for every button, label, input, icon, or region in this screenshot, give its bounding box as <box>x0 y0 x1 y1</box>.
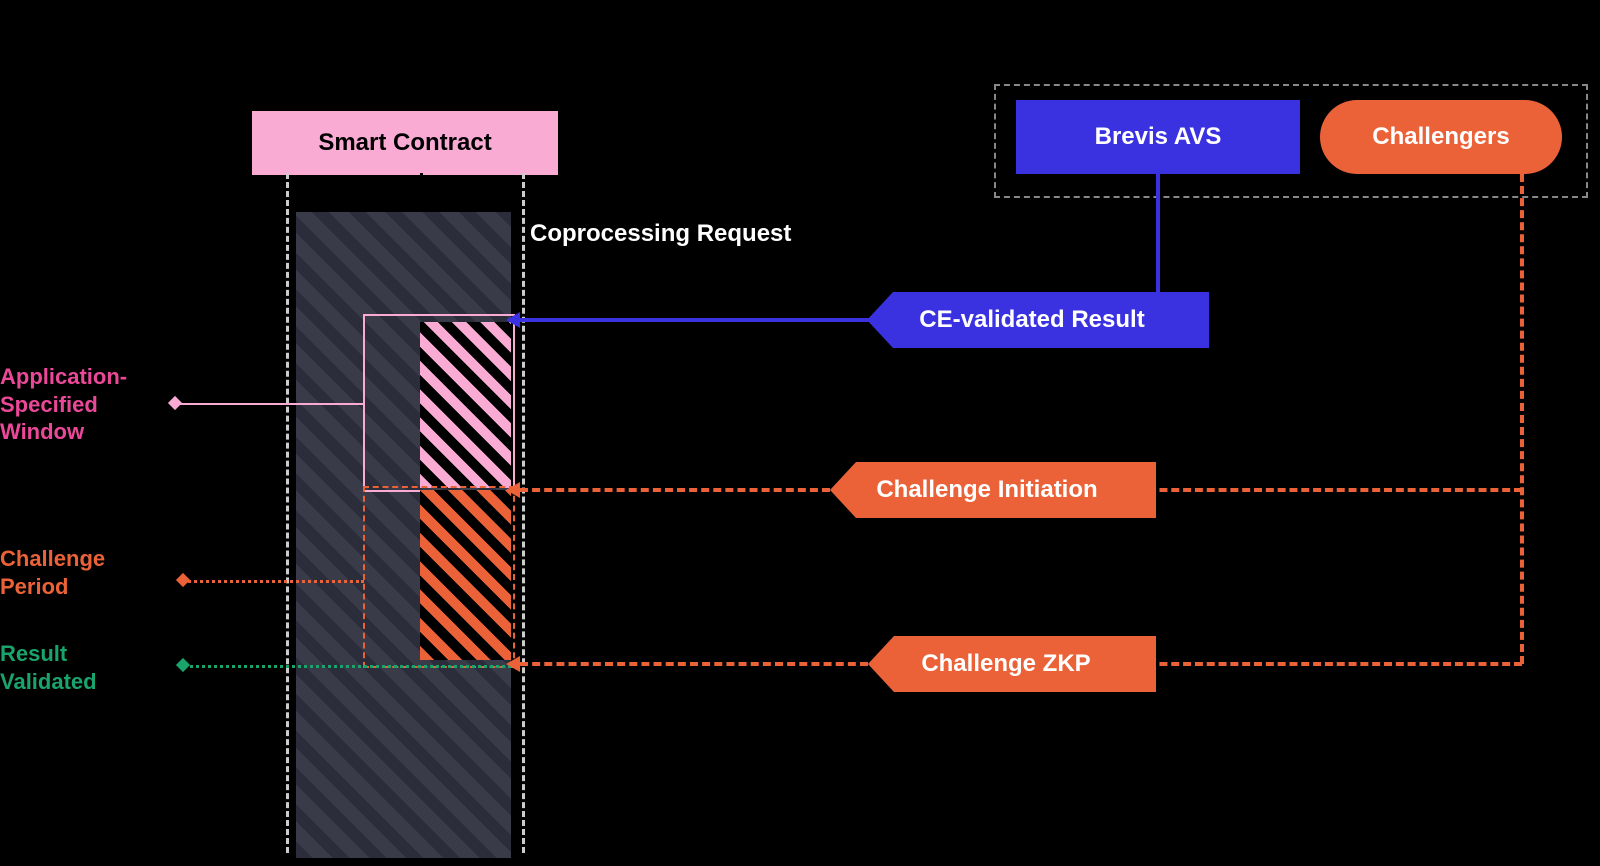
arrowhead-icon <box>506 482 520 498</box>
connector-line <box>520 488 830 492</box>
challenge-period-label: Challenge Period <box>0 545 180 600</box>
connector-line <box>1124 662 1522 666</box>
connector-line <box>175 403 363 405</box>
arrowhead-icon <box>506 656 520 672</box>
arrowhead-icon <box>506 312 520 328</box>
challenge-init-label: Challenge Initiation <box>876 476 1097 504</box>
challenge-init-tag: Challenge Initiation <box>830 462 1156 518</box>
connector-line <box>1520 174 1524 664</box>
challenge-period-outline <box>363 486 515 668</box>
ce-validated-label: CE-validated Result <box>919 306 1144 334</box>
connector-line <box>1124 488 1522 492</box>
result-validated-label: Result Validated <box>0 640 180 695</box>
connector-line <box>183 665 511 668</box>
coprocessing-label: Coprocessing Request <box>530 220 791 248</box>
challengers-box: Challengers <box>1320 100 1562 174</box>
smart-contract-box: Smart Contract <box>250 109 560 177</box>
app-window-label: Application- Specified Window <box>0 363 180 446</box>
challenge-zkp-label: Challenge ZKP <box>921 650 1090 678</box>
connector-line <box>1156 174 1160 302</box>
brevis-avs-label: Brevis AVS <box>1095 123 1222 151</box>
connector-line <box>518 318 870 322</box>
challenge-zkp-tag: Challenge ZKP <box>868 636 1156 692</box>
app-window-outline <box>363 314 515 492</box>
smart-contract-label: Smart Contract <box>318 129 491 157</box>
ce-validated-tag: CE-validated Result <box>867 292 1209 348</box>
brevis-avs-box: Brevis AVS <box>1016 100 1300 174</box>
connector-line <box>183 580 364 583</box>
challengers-label: Challengers <box>1372 123 1509 151</box>
timeline-line <box>522 173 525 853</box>
connector-line <box>420 173 423 212</box>
timeline-line <box>286 173 289 853</box>
connector-line <box>520 662 868 666</box>
